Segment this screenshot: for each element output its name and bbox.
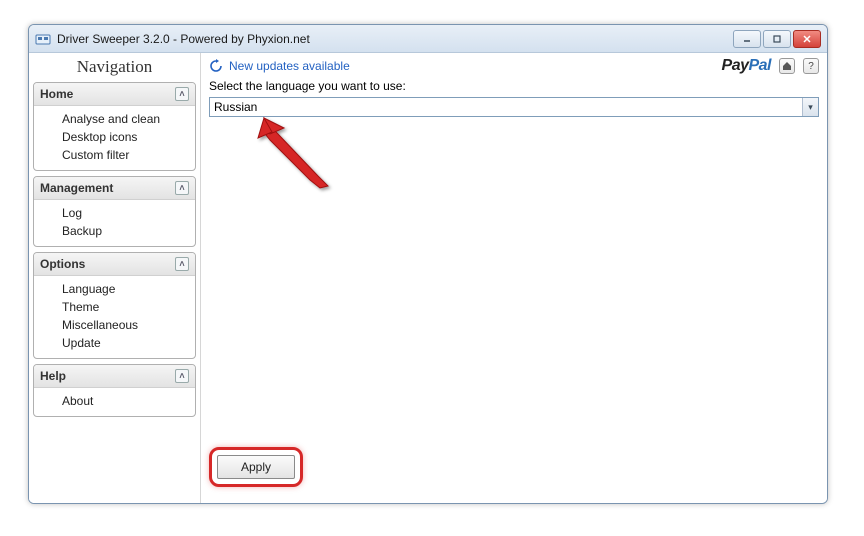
app-icon: [35, 31, 51, 47]
window-title: Driver Sweeper 3.2.0 - Powered by Phyxio…: [57, 32, 733, 46]
nav-header-options[interactable]: Options ˄: [34, 253, 195, 276]
sidebar: Navigation Home ˄ Analyse and clean Desk…: [29, 53, 201, 503]
annotation-highlight: Apply: [209, 447, 303, 487]
nav-header-label: Home: [40, 87, 73, 101]
updates-link[interactable]: New updates available: [209, 59, 350, 73]
main-pane: New updates available PayPal ? Select th…: [201, 53, 827, 503]
sidebar-item-about[interactable]: About: [34, 392, 195, 410]
nav-header-label: Help: [40, 369, 66, 383]
maximize-button[interactable]: [763, 30, 791, 48]
sidebar-item-desktop-icons[interactable]: Desktop icons: [34, 128, 195, 146]
minimize-button[interactable]: [733, 30, 761, 48]
home-icon[interactable]: [779, 58, 795, 74]
nav-group-help: Help ˄ About: [33, 364, 196, 417]
nav-group-options: Options ˄ Language Theme Miscellaneous U…: [33, 252, 196, 359]
sidebar-item-theme[interactable]: Theme: [34, 298, 195, 316]
sidebar-item-language[interactable]: Language: [34, 280, 195, 298]
nav-header-label: Options: [40, 257, 85, 271]
sidebar-item-backup[interactable]: Backup: [34, 222, 195, 240]
paypal-logo[interactable]: PayPal: [722, 57, 771, 75]
nav-header-management[interactable]: Management ˄: [34, 177, 195, 200]
chevron-up-icon[interactable]: ˄: [175, 369, 189, 383]
sidebar-title: Navigation: [31, 53, 198, 81]
sidebar-item-custom-filter[interactable]: Custom filter: [34, 146, 195, 164]
apply-area: Apply: [209, 439, 819, 495]
window-controls: [733, 30, 821, 48]
language-label: Select the language you want to use:: [209, 79, 819, 93]
sidebar-item-update[interactable]: Update: [34, 334, 195, 352]
app-window: Driver Sweeper 3.2.0 - Powered by Phyxio…: [28, 24, 828, 504]
help-icon[interactable]: ?: [803, 58, 819, 74]
language-selected-value: Russian: [210, 98, 802, 116]
chevron-up-icon[interactable]: ˄: [175, 181, 189, 195]
nav-group-management: Management ˄ Log Backup: [33, 176, 196, 247]
nav-header-label: Management: [40, 181, 113, 195]
titlebar[interactable]: Driver Sweeper 3.2.0 - Powered by Phyxio…: [29, 25, 827, 53]
updates-link-label: New updates available: [229, 59, 350, 73]
chevron-up-icon[interactable]: ˄: [175, 87, 189, 101]
chevron-down-icon[interactable]: ▾: [802, 98, 818, 116]
topbar: New updates available PayPal ?: [201, 53, 827, 79]
apply-button[interactable]: Apply: [217, 455, 295, 479]
apply-button-label: Apply: [241, 460, 271, 474]
language-select[interactable]: Russian ▾: [209, 97, 819, 117]
content-area: Select the language you want to use: Rus…: [201, 79, 827, 503]
refresh-icon: [209, 59, 223, 73]
sidebar-item-miscellaneous[interactable]: Miscellaneous: [34, 316, 195, 334]
nav-header-home[interactable]: Home ˄: [34, 83, 195, 106]
sidebar-item-log[interactable]: Log: [34, 204, 195, 222]
topbar-logos: PayPal ?: [722, 57, 819, 75]
sidebar-item-analyse-and-clean[interactable]: Analyse and clean: [34, 110, 195, 128]
window-body: Navigation Home ˄ Analyse and clean Desk…: [29, 53, 827, 503]
nav-group-home: Home ˄ Analyse and clean Desktop icons C…: [33, 82, 196, 171]
close-button[interactable]: [793, 30, 821, 48]
nav-header-help[interactable]: Help ˄: [34, 365, 195, 388]
chevron-up-icon[interactable]: ˄: [175, 257, 189, 271]
